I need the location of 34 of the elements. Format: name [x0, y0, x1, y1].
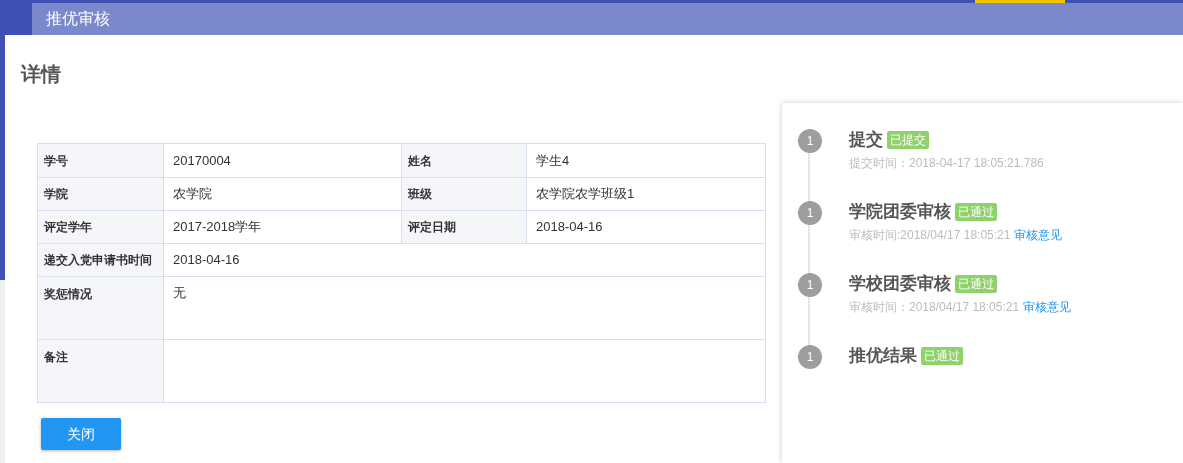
step-title: 学院团委审核 [849, 201, 951, 223]
header-title: 推优审核 [46, 9, 110, 29]
step-title: 学校团委审核 [849, 273, 951, 295]
step-number: 1 [798, 345, 822, 369]
field-label: 班级 [401, 178, 526, 210]
step-title: 提交 [849, 129, 883, 151]
status-badge: 已通过 [955, 274, 997, 293]
step-number: 1 [798, 201, 822, 225]
field-label: 学号 [38, 144, 163, 177]
step-time: 审核时间:2018/04/17 18:05:21 [849, 226, 1011, 244]
field-value: 2018-04-16 [163, 244, 765, 276]
field-value: 农学院农学班级1 [526, 178, 765, 210]
field-label: 学院 [38, 178, 163, 210]
close-button[interactable]: 关闭 [41, 418, 121, 450]
step-title: 推优结果 [849, 345, 917, 367]
field-value: 学生4 [526, 144, 765, 177]
field-value: 无 [163, 277, 765, 339]
field-label: 姓名 [401, 144, 526, 177]
step-time: 提交时间：2018-04-17 18:05:21.786 [849, 154, 1044, 172]
step-number: 1 [798, 129, 822, 153]
field-value: 2018-04-16 [526, 211, 765, 243]
field-label: 奖惩情况 [38, 277, 163, 339]
field-label: 评定学年 [38, 211, 163, 243]
field-label: 评定日期 [401, 211, 526, 243]
step-time: 审核时间：2018/04/17 18:05:21 [849, 298, 1020, 316]
page-title: 详情 [21, 63, 61, 85]
field-label: 递交入党申请书时间 [38, 244, 163, 276]
status-badge: 已通过 [955, 202, 997, 221]
review-link[interactable]: 审核意见 [1014, 225, 1063, 244]
review-link[interactable]: 审核意见 [1023, 297, 1072, 316]
field-label: 备注 [38, 340, 163, 402]
status-badge: 已提交 [887, 130, 929, 149]
step-number: 1 [798, 273, 822, 297]
status-badge: 已通过 [921, 346, 963, 365]
